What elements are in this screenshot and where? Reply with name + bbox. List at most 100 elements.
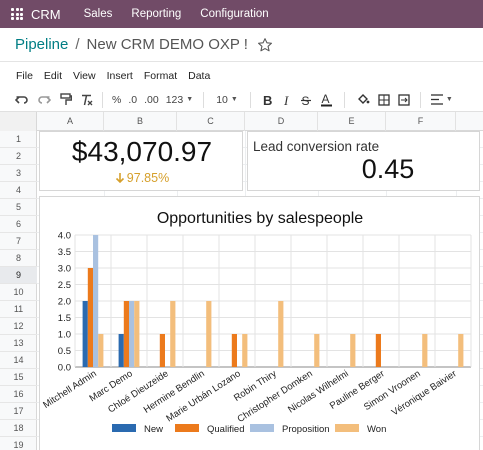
x-tick-label: Nicolas Wilhelmi [286,368,350,415]
undo-icon[interactable] [15,91,29,109]
conversion-value: 0.45 [361,154,415,184]
row-header-4[interactable]: 4 [0,182,37,199]
column-header-a[interactable]: A [37,112,104,131]
chart-title: Opportunities by salespeople [157,210,363,227]
text-color-icon[interactable]: A [320,91,332,109]
format-percent-button[interactable]: % [112,91,121,109]
menu-configuration[interactable]: Configuration [200,8,268,20]
toolbar-divider [203,91,205,108]
bar-qualified [87,268,93,367]
italic-icon[interactable]: I [283,91,291,109]
row-header-13[interactable]: 13 [0,335,37,352]
column-headers: A B C D E F [0,112,483,131]
row-headers: 1 2 3 4 5 6 7 8 9 10 11 12 13 14 15 16 17 18 19 [0,131,37,450]
bar-won [278,301,284,367]
row-header-15[interactable]: 15 [0,369,37,386]
row-header-1[interactable]: 1 [0,131,37,148]
row-header-6[interactable]: 6 [0,216,37,233]
merge-cells-icon[interactable] [398,91,410,109]
row-header-5[interactable]: 5 [0,199,37,216]
spreadsheet-menubar: File Edit View Insert Format Data [0,66,483,86]
row-header-19[interactable]: 19 [0,437,37,450]
breadcrumb-current[interactable]: New CRM DEMO OXP ! [87,36,248,53]
column-header-b[interactable]: B [104,112,177,131]
font-size-label: 10 [216,93,228,106]
borders-icon[interactable] [378,91,390,109]
y-tick-label: 2.5 [58,280,71,291]
toolbar-divider [102,91,103,108]
breadcrumb-separator: / [75,36,80,53]
bar-qualified [123,301,129,367]
font-size-dropdown[interactable]: 10 ▼ [216,91,238,109]
bar-qualified [375,334,381,367]
menu-file[interactable]: File [16,70,33,82]
align-left-icon [430,94,443,105]
bar-won [350,334,356,367]
row-header-3[interactable]: 3 [0,165,37,182]
conversion-title: Lead conversion rate [253,139,380,154]
y-tick-label: 1.0 [58,330,71,341]
y-tick-label: 2.0 [58,297,71,308]
bar-won [314,334,320,367]
row-header-14[interactable]: 14 [0,352,37,369]
menu-view[interactable]: View [73,70,96,82]
bar-won [134,301,140,367]
column-header-d[interactable]: D [245,112,318,131]
select-all-corner[interactable] [0,112,37,131]
menu-data[interactable]: Data [188,70,210,82]
decrease-decimal-button[interactable]: .0 [128,91,137,109]
app-brand[interactable]: CRM [31,7,61,22]
bar-qualified [231,334,237,367]
y-tick-label: 3.0 [58,264,71,275]
row-header-8[interactable]: 8 [0,250,37,267]
number-format-label: 123 [165,93,184,106]
row-header-12[interactable]: 12 [0,318,37,335]
legend-label-proposition: Proposition [282,424,330,435]
row-header-11[interactable]: 11 [0,301,37,318]
caret-down-icon: ▼ [186,96,194,103]
row-header-18[interactable]: 18 [0,420,37,437]
row-header-16[interactable]: 16 [0,386,37,403]
fill-color-icon[interactable] [357,91,370,109]
row-header-17[interactable]: 17 [0,403,37,420]
clear-format-icon[interactable] [80,91,93,109]
number-format-dropdown[interactable]: 123 ▼ [166,91,193,109]
y-tick-label: 0.5 [58,346,71,357]
menu-reporting[interactable]: Reporting [131,8,181,20]
column-header-c[interactable]: C [177,112,245,131]
bar-won [242,334,248,367]
bold-icon[interactable]: B [263,91,273,109]
breadcrumb-pipeline[interactable]: Pipeline [15,36,68,53]
menu-insert[interactable]: Insert [107,70,133,82]
row-header-9[interactable]: 9 [0,267,37,284]
conversion-scorecard[interactable]: Lead conversion rate 0.45 [247,131,480,191]
caret-down-icon: ▼ [445,96,453,103]
svg-text:A: A [321,93,329,106]
row-header-2[interactable]: 2 [0,148,37,165]
legend-label-new: New [144,424,163,435]
revenue-delta: 97.85% [40,171,244,185]
revenue-scorecard[interactable]: $43,070.97 97.85% [39,131,243,191]
bar-won [458,334,464,367]
legend-swatch-new [112,424,136,432]
bar-proposition [129,301,135,367]
row-header-10[interactable]: 10 [0,284,37,301]
toolbar-divider [249,91,251,108]
opportunities-chart[interactable]: Opportunities by salespeople 0.0 0.5 1.0 1.5… [39,196,480,450]
redo-icon[interactable] [37,91,51,109]
align-dropdown[interactable]: ▼ [430,91,453,109]
paint-format-icon[interactable] [60,91,72,109]
strikethrough-icon[interactable]: S [300,91,311,109]
row-header-7[interactable]: 7 [0,233,37,250]
x-tick-label: Mitchell Admin [41,368,98,411]
menu-edit[interactable]: Edit [44,70,62,82]
increase-decimal-button[interactable]: .00 [144,91,159,109]
menu-format[interactable]: Format [144,70,177,82]
column-header-f[interactable]: F [386,112,456,131]
column-header-e[interactable]: E [318,112,386,131]
svg-text:B: B [263,94,272,106]
spreadsheet-toolbar: % .0 .00 123▼ 10▼ B I S A ▼ [0,88,483,112]
menu-sales[interactable]: Sales [84,8,113,20]
favorite-star-icon[interactable] [257,37,273,53]
apps-menu-icon[interactable] [11,8,23,20]
